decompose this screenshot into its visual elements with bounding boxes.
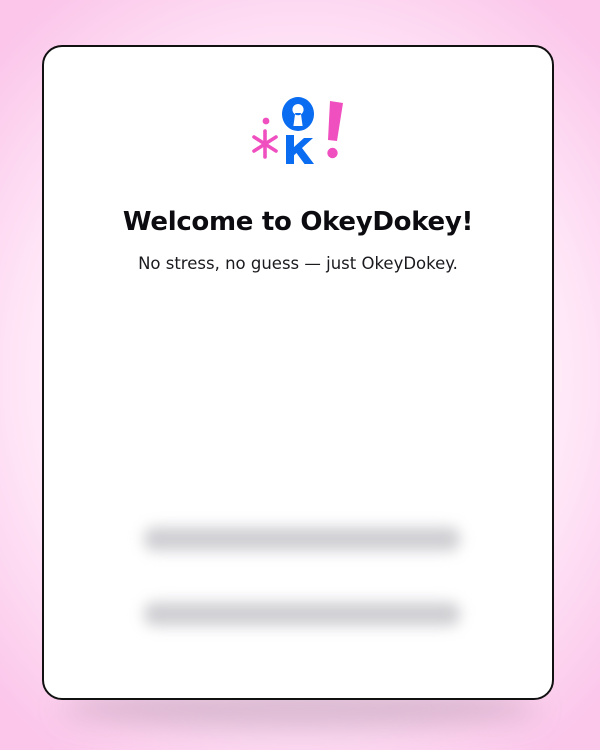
letter-k-icon	[286, 135, 314, 164]
keyhole-o-icon	[282, 97, 315, 131]
exclamation-icon	[327, 101, 343, 159]
blurred-placeholder-bar	[144, 527, 460, 551]
okeydokey-logo	[252, 97, 343, 164]
page-title: Welcome to OkeyDokey!	[122, 207, 474, 237]
page-subtitle: No stress, no guess — just OkeyDokey.	[138, 254, 458, 273]
blurred-placeholder-bar	[144, 602, 460, 626]
asterisk-icon	[252, 117, 278, 159]
welcome-card: Welcome to OkeyDokey! No stress, no gues…	[42, 45, 554, 700]
